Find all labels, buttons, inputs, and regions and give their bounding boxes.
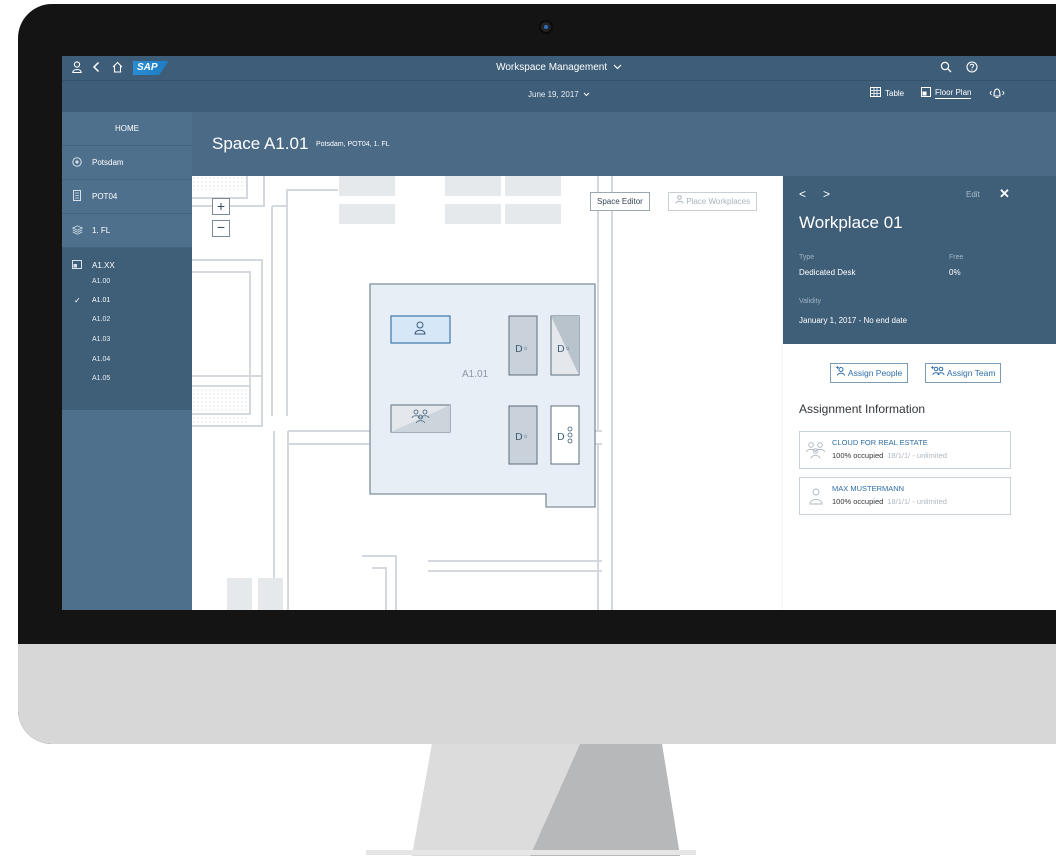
details-panel: < > Edit ✕ Workplace 01 Type Dedicated D… (783, 176, 1056, 610)
assign-people-button[interactable]: Assign People (830, 363, 909, 383)
assignment-name[interactable]: MAX MUSTERMANN (832, 484, 904, 493)
sidebar-space-item[interactable]: A1.03 (92, 336, 110, 343)
page-title: Space A1.01 (212, 134, 309, 153)
sidebar-item-home[interactable]: HOME (62, 112, 192, 146)
floor-plan-canvas[interactable]: D◦ D◦ D◦ D A1.01 + − Space Editor Place … (192, 176, 782, 610)
sidebar-space-list: A1.XX A1.00 ✓ A1.01 A1.02 A1.03 A1.04 A1… (62, 248, 192, 410)
person-icon (806, 487, 826, 510)
screen: SAP Workspace Management June 19, 2017 T… (62, 56, 1056, 610)
add-person-icon (836, 366, 848, 378)
assign-team-label: Assign Team (946, 368, 996, 378)
sidebar-space-item[interactable]: A1.05 (92, 375, 110, 382)
building-icon (62, 190, 92, 203)
assign-people-label: Assign People (847, 368, 903, 378)
help-icon[interactable] (966, 61, 978, 76)
sidebar-space-item-selected[interactable]: A1.01 (92, 297, 110, 304)
floors-layers-icon (62, 224, 92, 237)
sidebar-space-item[interactable]: A1.00 (92, 278, 110, 285)
room-icon (62, 259, 92, 271)
view-table-label: Table (885, 88, 905, 98)
zoom-out-button[interactable]: − (212, 220, 230, 237)
assignment-heading: Assignment Information (799, 402, 926, 416)
svg-text:D◦: D◦ (557, 344, 571, 355)
view-table-button[interactable]: Table (870, 87, 904, 99)
camera-icon (541, 22, 551, 32)
assign-team-button[interactable]: Assign Team (925, 363, 1002, 383)
sidebar-home-label: HOME (115, 124, 139, 133)
chevron-down-icon (583, 90, 590, 99)
sidebar-item-floor[interactable]: 1. FL (62, 214, 192, 248)
type-label: Type (799, 254, 815, 261)
sidebar-item-building[interactable]: POT04 (62, 180, 192, 214)
sidebar-item-group[interactable]: A1.XX (62, 258, 192, 272)
occupancy-text: 100% occupied (832, 451, 884, 460)
type-value: Dedicated Desk (799, 268, 856, 277)
shell-bar: SAP Workspace Management June 19, 2017 T… (62, 56, 1056, 112)
floor-plan-drawing: D◦ D◦ D◦ D (192, 176, 613, 610)
app-title-text: Workspace Management (496, 62, 608, 73)
sidebar-space-item[interactable]: A1.02 (92, 316, 110, 323)
team-icon (806, 441, 826, 464)
sidebar-floor-label: 1. FL (92, 226, 111, 235)
search-icon[interactable] (940, 61, 952, 76)
validity-label: Validity (799, 298, 822, 305)
svg-text:D◦: D◦ (515, 344, 529, 355)
notification-bell-icon[interactable] (989, 87, 1005, 102)
assignment-card[interactable]: MAX MUSTERMANN 100% occupied 18/1/1/ - un… (799, 477, 1011, 515)
prev-arrow-icon[interactable]: < (799, 187, 806, 201)
object-header: Space A1.01 Potsdam, POT04, 1. FL (192, 112, 1056, 176)
location-icon (62, 156, 92, 169)
shell-top-row: SAP Workspace Management (62, 56, 1056, 81)
free-label: Free (949, 254, 964, 261)
place-workplaces-label: Place Workplaces (686, 197, 751, 206)
date-text: June 19, 2017 (528, 90, 579, 99)
sidebar: HOME Potsdam POT04 1. FL A1.XX A1.00 ✓ A… (62, 112, 192, 610)
table-icon (870, 87, 881, 99)
occupancy-text: 100% occupied (832, 497, 884, 506)
floor-plan-icon (921, 87, 931, 99)
place-workplaces-button[interactable]: Place Workplaces (668, 192, 758, 211)
occupancy-period: 18/1/1/ - unlimited (887, 451, 947, 460)
free-value: 0% (949, 268, 961, 277)
assignment-name[interactable]: CLOUD FOR REAL ESTATE (832, 438, 928, 447)
app-title[interactable]: Workspace Management (62, 62, 1056, 73)
assignment-occupancy: 100% occupied 18/1/1/ - unlimited (832, 497, 947, 506)
assignment-card[interactable]: CLOUD FOR REAL ESTATE 100% occupied 18/1/… (799, 431, 1011, 469)
sidebar-site-label: Potsdam (92, 158, 124, 167)
page-subtitle: Potsdam, POT04, 1. FL (316, 141, 390, 148)
validity-value: January 1, 2017 - No end date (799, 316, 908, 325)
svg-text:D◦: D◦ (515, 432, 529, 443)
assignment-occupancy: 100% occupied 18/1/1/ - unlimited (832, 451, 947, 460)
space-editor-button[interactable]: Space Editor (590, 192, 650, 211)
edit-button[interactable]: Edit (966, 190, 980, 199)
view-floor-plan-label: Floor Plan (935, 87, 972, 99)
sidebar-space-item[interactable]: A1.04 (92, 356, 110, 363)
occupancy-period: 18/1/1/ - unlimited (887, 497, 947, 506)
shell-sub-row: June 19, 2017 Table Floor Plan (62, 81, 1056, 112)
sidebar-group-label: A1.XX (92, 260, 115, 270)
check-icon: ✓ (74, 296, 81, 305)
workplace-title: Workplace 01 (799, 213, 903, 232)
sidebar-building-label: POT04 (92, 192, 118, 201)
details-header: < > Edit ✕ Workplace 01 Type Dedicated D… (783, 176, 1056, 344)
chevron-down-icon (613, 62, 622, 73)
view-floor-plan-button[interactable]: Floor Plan (921, 87, 972, 99)
close-icon[interactable]: ✕ (999, 186, 1010, 202)
svg-text:D: D (557, 432, 565, 443)
place-person-icon (675, 195, 686, 206)
sidebar-item-site[interactable]: Potsdam (62, 146, 192, 180)
monitor-stand (366, 744, 696, 856)
room-label: A1.01 (462, 369, 489, 380)
monitor-chin (18, 644, 1056, 744)
next-arrow-icon[interactable]: > (823, 187, 830, 201)
date-selector[interactable]: June 19, 2017 (62, 90, 1056, 99)
add-team-icon (931, 366, 947, 378)
zoom-in-button[interactable]: + (212, 198, 230, 215)
